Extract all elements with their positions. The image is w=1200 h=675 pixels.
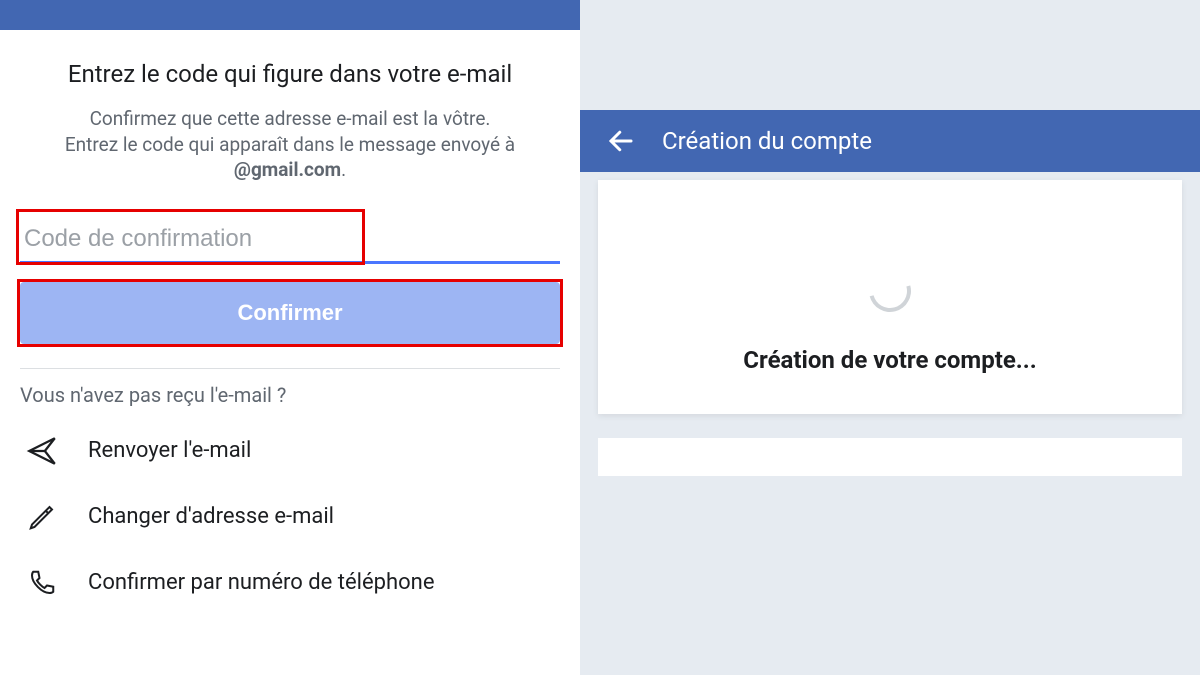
period: .	[341, 158, 346, 181]
left-panel: Entrez le code qui figure dans votre e-m…	[0, 0, 580, 675]
left-content: Entrez le code qui figure dans votre e-m…	[0, 30, 580, 601]
option-label: Renvoyer l'e-mail	[88, 438, 251, 463]
phone-icon	[24, 565, 60, 601]
creation-card: Création de votre compte...	[598, 180, 1182, 414]
email-text: @gmail.com	[234, 158, 341, 181]
option-confirm-phone[interactable]: Confirmer par numéro de téléphone	[20, 565, 560, 601]
confirmation-code-input[interactable]	[20, 213, 560, 264]
back-arrow-icon[interactable]	[606, 126, 636, 156]
code-input-wrap	[20, 213, 560, 264]
bottom-strip	[598, 438, 1182, 476]
option-resend-email[interactable]: Renvoyer l'e-mail	[20, 433, 560, 469]
right-header: Création du compte	[580, 110, 1200, 172]
top-status-bar	[0, 0, 580, 30]
creation-text: Création de votre compte...	[743, 346, 1036, 374]
loading-spinner-icon	[861, 262, 918, 319]
send-icon	[24, 433, 60, 469]
option-label: Confirmer par numéro de téléphone	[88, 570, 435, 595]
help-label: Vous n'avez pas reçu l'e-mail ?	[20, 383, 560, 407]
option-label: Changer d'adresse e-mail	[88, 504, 334, 529]
right-panel: Création du compte Création de votre com…	[580, 0, 1200, 675]
divider	[20, 368, 560, 369]
confirm-wrap: Confirmer	[20, 282, 560, 344]
pencil-icon	[24, 499, 60, 535]
subtitle-line2: Entrez le code qui apparaît dans le mess…	[65, 133, 515, 156]
option-change-email[interactable]: Changer d'adresse e-mail	[20, 499, 560, 535]
page-title: Entrez le code qui figure dans votre e-m…	[20, 60, 560, 88]
right-spacer	[580, 0, 1200, 110]
page-subtitle: Confirmez que cette adresse e-mail est l…	[20, 106, 560, 183]
subtitle-line1: Confirmez que cette adresse e-mail est l…	[90, 107, 491, 130]
confirm-button[interactable]: Confirmer	[20, 282, 560, 344]
right-header-title: Création du compte	[662, 127, 872, 155]
